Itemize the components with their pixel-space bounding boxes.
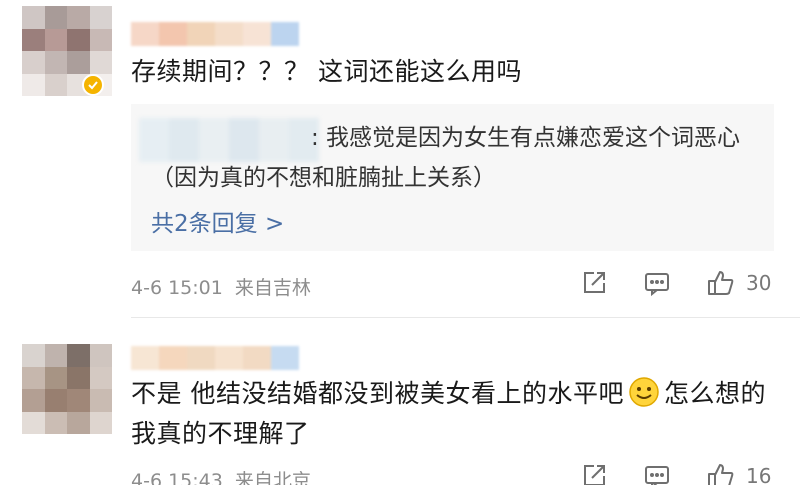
comment-list: 存续期间？？？ 这词还能这么用吗 : 我感觉是因为女生有点嫌恋爱这个词恶心（因为… <box>0 0 800 485</box>
comment-text: 存续期间？？？ 这词还能这么用吗 <box>131 57 522 86</box>
comment-actions: 16 <box>580 461 771 485</box>
comment-text: 不是 他结没结婚都没到被美女看上的水平吧 怎么想的我真的不理解了 <box>131 374 771 454</box>
comment-meta: 4-6 15:43 来自北京 <box>131 466 311 485</box>
thumbs-up-icon[interactable] <box>706 461 736 485</box>
thumbs-up-icon[interactable] <box>706 268 736 298</box>
reply-preview[interactable]: : 我感觉是因为女生有点嫌恋爱这个词恶心（因为真的不想和脏腩扯上关系） 共2条回… <box>131 104 774 251</box>
verified-badge-icon <box>82 74 104 96</box>
comment-icon[interactable] <box>643 269 671 297</box>
avatar[interactable] <box>22 344 112 434</box>
share-icon[interactable] <box>580 462 608 485</box>
comment-icon[interactable] <box>643 462 671 485</box>
reply-text: : 我感觉是因为女生有点嫌恋爱这个词恶心（因为真的不想和脏腩扯上关系） <box>151 125 741 191</box>
comment-time: 4-6 15:01 <box>131 277 223 299</box>
smile-emoji-icon <box>628 376 660 408</box>
comment-location: 来自吉林 <box>234 277 311 299</box>
comment-time: 4-6 15:43 <box>131 470 223 485</box>
like-count: 30 <box>746 271 772 295</box>
username[interactable] <box>131 346 299 370</box>
comment-meta: 4-6 15:01 来自吉林 <box>131 273 311 300</box>
share-icon[interactable] <box>580 269 608 297</box>
more-replies-link[interactable]: 共2条回复 > <box>151 204 284 238</box>
like-count: 16 <box>746 464 772 485</box>
comment-location: 来自北京 <box>234 470 311 485</box>
username[interactable] <box>131 22 299 46</box>
comment-actions: 30 <box>580 268 771 298</box>
divider <box>131 317 800 318</box>
